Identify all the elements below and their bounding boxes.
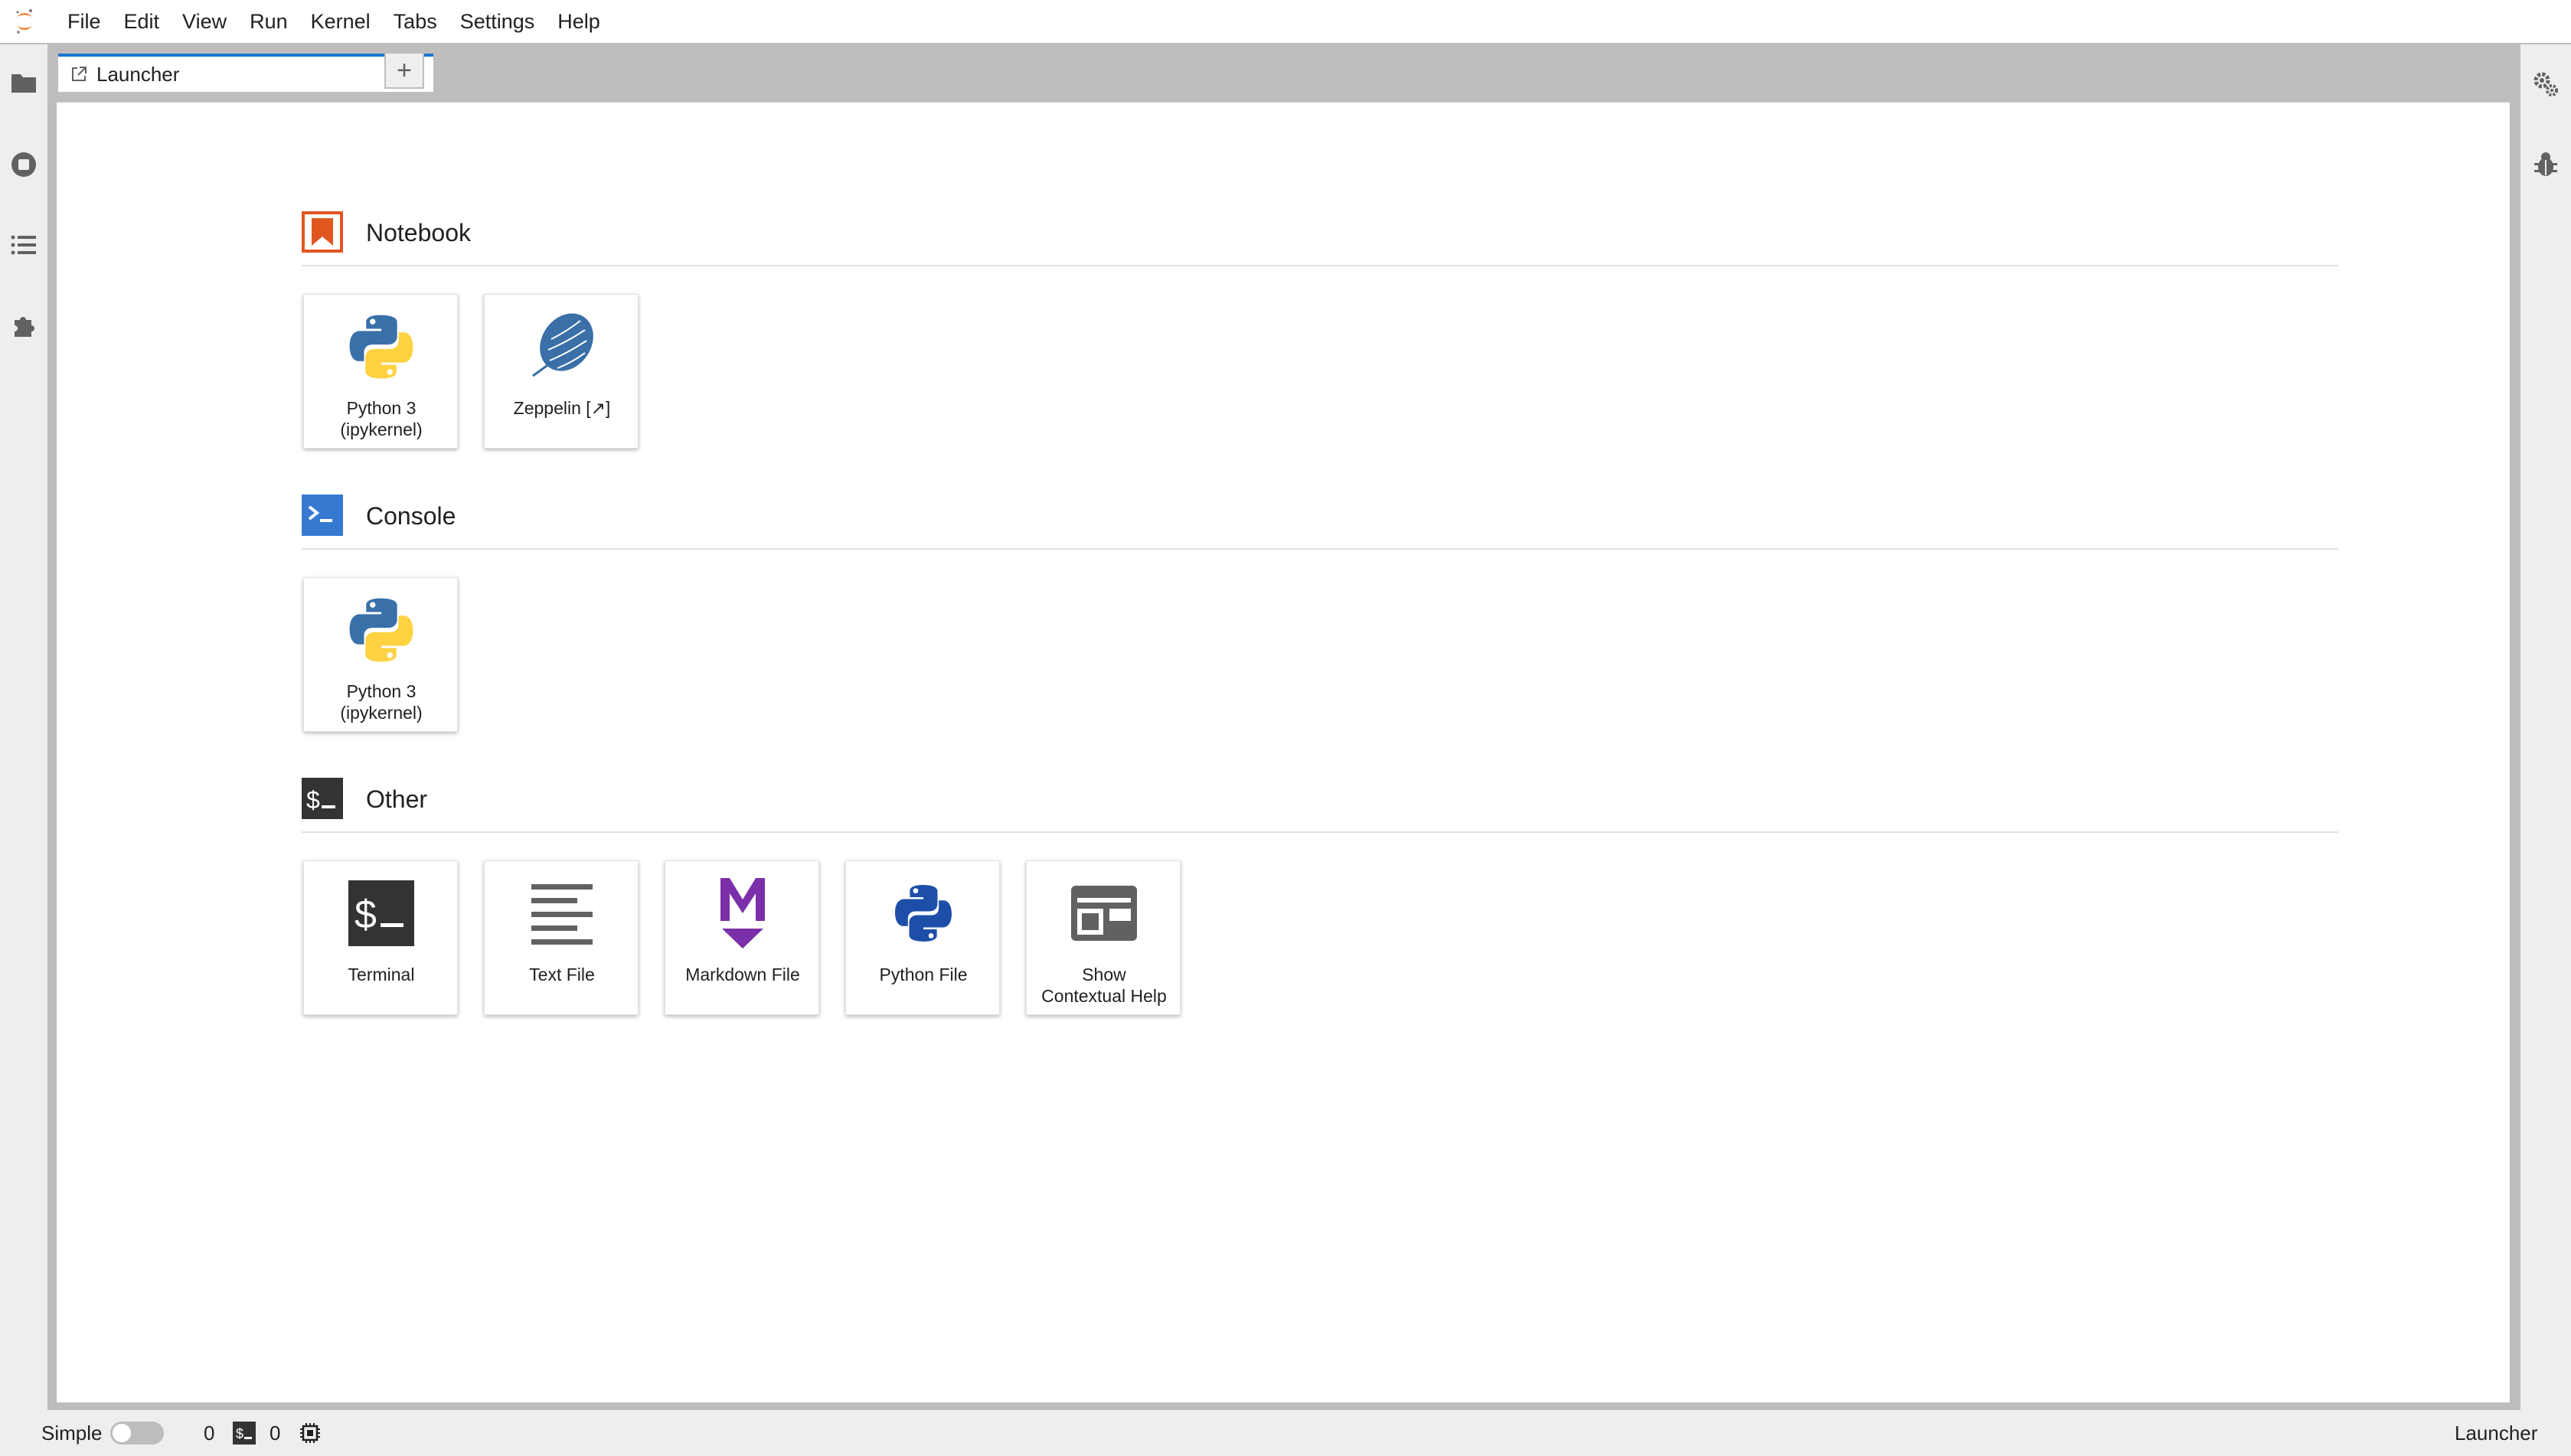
section-divider: [302, 548, 2338, 550]
section-divider: [302, 265, 2338, 266]
card-label: Python File: [879, 965, 968, 984]
section-notebook: Notebook: [302, 211, 2338, 266]
card-label: Python 3 (ipykernel): [340, 398, 423, 439]
debugger-icon[interactable]: [2530, 149, 2561, 180]
card-notebook-zeppelin[interactable]: Zeppelin [↗]: [484, 294, 639, 449]
table-of-contents-icon[interactable]: [8, 230, 39, 260]
section-title: Notebook: [366, 219, 471, 246]
section-console: Console: [302, 495, 2338, 550]
menu-help[interactable]: Help: [546, 0, 612, 44]
main-area: Launcher + Notebook Python 3 (ipykernel)…: [47, 44, 2520, 1410]
terminal-status-icon[interactable]: $: [233, 1410, 256, 1456]
other-section-icon: $: [302, 778, 343, 819]
card-label: Python 3 (ipykernel): [340, 681, 423, 723]
running-sessions-icon[interactable]: [8, 149, 39, 180]
card-label: Show Contextual Help: [1041, 965, 1167, 1006]
add-tab-button[interactable]: +: [384, 52, 424, 89]
card-contextual-help[interactable]: Show Contextual Help: [1026, 860, 1181, 1015]
folder-icon[interactable]: [8, 67, 39, 98]
section-divider: [302, 831, 2338, 833]
tab-label: Launcher: [96, 62, 180, 86]
right-sidebar: [2520, 44, 2571, 1410]
card-label: Terminal: [348, 965, 415, 984]
markdown-icon: [704, 875, 781, 952]
toggle-knob: [113, 1424, 131, 1442]
simple-mode-toggle[interactable]: [110, 1410, 164, 1456]
python-icon: [343, 309, 420, 385]
svg-text:$: $: [306, 786, 320, 814]
menu-edit[interactable]: Edit: [113, 0, 172, 44]
launcher-panel: Notebook Python 3 (ipykernel) Zeppelin […: [57, 101, 2510, 1402]
status-active-panel: Launcher: [2455, 1421, 2538, 1445]
card-notebook-python3[interactable]: Python 3 (ipykernel): [303, 294, 458, 449]
toggle-track: [110, 1422, 164, 1445]
menu-file[interactable]: File: [56, 0, 113, 44]
python-icon: [343, 592, 420, 668]
console-section-icon: [302, 495, 343, 536]
menu-settings[interactable]: Settings: [449, 0, 547, 44]
tab-launcher[interactable]: Launcher: [58, 54, 433, 92]
card-markdown-file[interactable]: Markdown File: [665, 860, 819, 1015]
extension-manager-icon[interactable]: [8, 311, 39, 341]
notebook-section-icon: [302, 211, 343, 253]
menu-bar: File Edit View Run Kernel Tabs Settings …: [0, 0, 2571, 44]
kernel-usage-icon[interactable]: [299, 1410, 322, 1456]
card-terminal[interactable]: $ Terminal: [303, 860, 458, 1015]
card-label: Text File: [529, 965, 595, 984]
property-inspector-icon[interactable]: [2530, 69, 2561, 100]
svg-text:$: $: [236, 1426, 243, 1441]
menu-run[interactable]: Run: [238, 0, 299, 44]
menu-kernel[interactable]: Kernel: [299, 0, 382, 44]
tab-bar: Launcher +: [47, 44, 2520, 92]
terminal-icon: $: [343, 875, 420, 952]
contextual-help-icon: [1066, 875, 1142, 952]
status-bar: Simple 0 $ 0 Launcher: [0, 1410, 2571, 1456]
card-label: Markdown File: [685, 965, 800, 984]
simple-mode-label: Simple: [41, 1421, 103, 1445]
svg-text:$: $: [354, 893, 377, 937]
terminals-count[interactable]: 0: [270, 1410, 280, 1456]
text-file-icon: [524, 875, 600, 952]
python-file-icon: [885, 875, 962, 952]
menu-view[interactable]: View: [171, 0, 238, 44]
card-label: Zeppelin [↗]: [513, 398, 611, 418]
launcher-tab-icon: [70, 65, 89, 83]
section-title: Console: [366, 502, 456, 530]
card-text-file[interactable]: Text File: [484, 860, 639, 1015]
section-title: Other: [366, 785, 428, 813]
card-python-file[interactable]: Python File: [845, 860, 1000, 1015]
kernels-count[interactable]: 0: [204, 1410, 214, 1456]
section-other: $ Other: [302, 778, 2338, 833]
left-sidebar: [0, 44, 47, 1410]
zeppelin-icon: [524, 309, 600, 385]
jupyter-logo-icon[interactable]: [6, 0, 43, 44]
menu-tabs[interactable]: Tabs: [382, 0, 449, 44]
card-console-python3[interactable]: Python 3 (ipykernel): [303, 577, 458, 732]
